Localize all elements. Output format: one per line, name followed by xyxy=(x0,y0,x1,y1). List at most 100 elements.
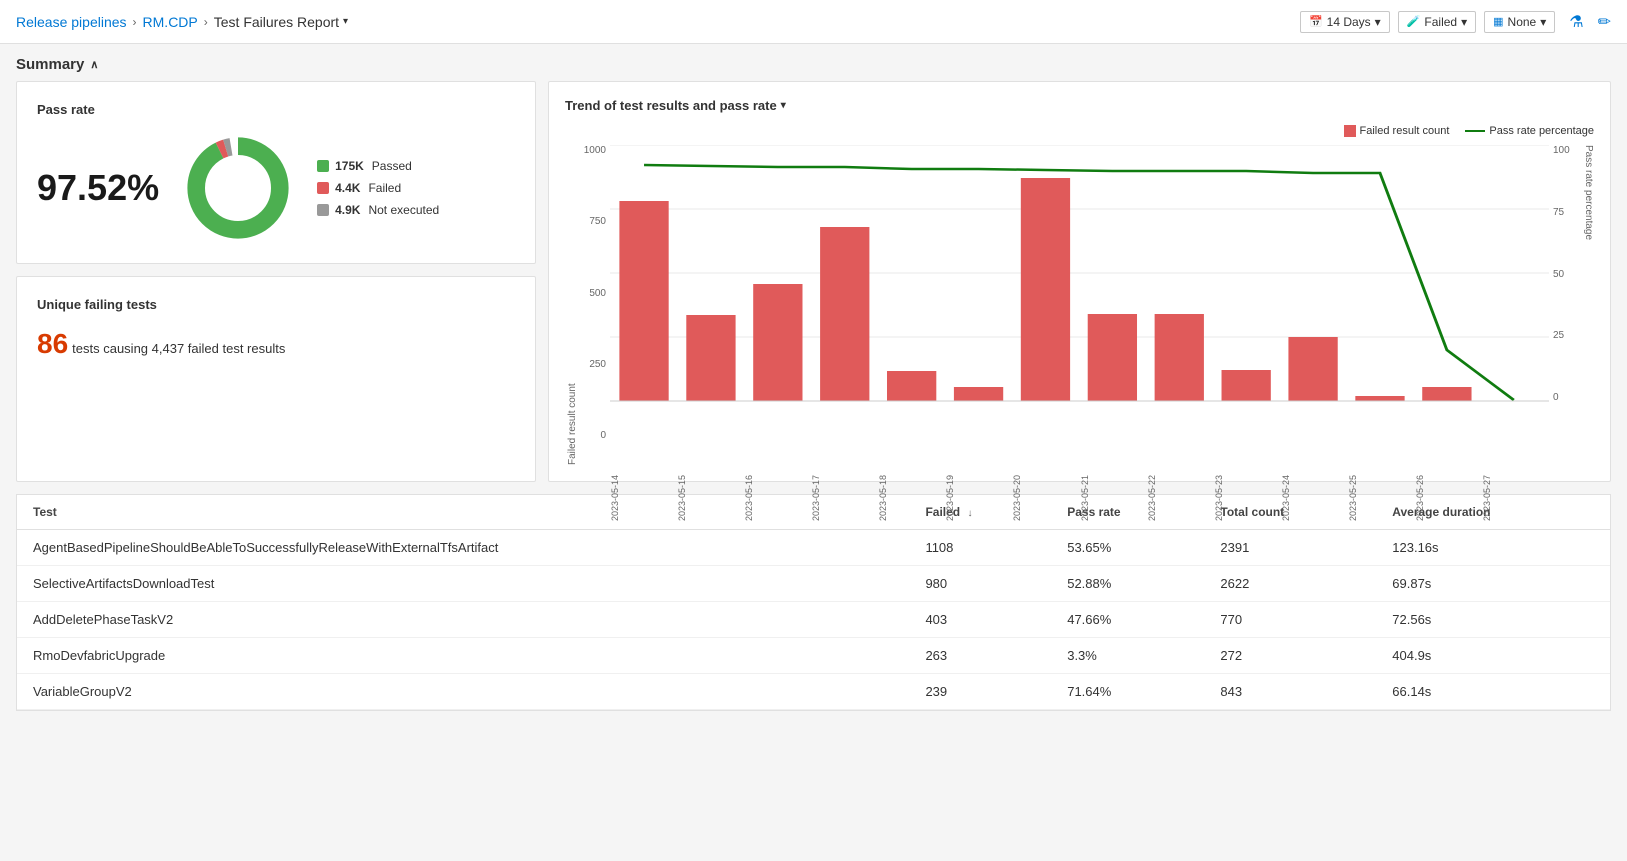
table-row: RmoDevfabricUpgrade 263 3.3% 272 404.9s xyxy=(17,638,1610,674)
table-row: AddDeletePhaseTaskV2 403 47.66% 770 72.5… xyxy=(17,602,1610,638)
table-row: VariableGroupV2 239 71.64% 843 66.14s xyxy=(17,674,1610,710)
bar-2023-05-17 xyxy=(820,227,869,401)
cell-pass-rate: 71.64% xyxy=(1051,674,1204,710)
legend-not-executed: 4.9K Not executed xyxy=(317,203,439,217)
y-axis-right-label: Pass rate percentage xyxy=(1581,145,1594,465)
cell-failed: 1108 xyxy=(909,530,1051,566)
cell-test: AddDeletePhaseTaskV2 xyxy=(17,602,909,638)
bar-2023-05-21 xyxy=(1088,314,1137,401)
breadcrumb-rm-cdp[interactable]: RM.CDP xyxy=(143,14,198,30)
y-axis-left-label: Failed result count xyxy=(565,145,578,465)
bar-2023-05-22 xyxy=(1155,314,1204,401)
summary-collapse-icon: ∧ xyxy=(90,58,98,71)
cell-avg-duration: 123.16s xyxy=(1376,530,1610,566)
y-axis-right-values: 100 75 50 25 0 xyxy=(1549,145,1581,465)
cell-avg-duration: 404.9s xyxy=(1376,638,1610,674)
cell-failed: 263 xyxy=(909,638,1051,674)
cell-avg-duration: 69.87s xyxy=(1376,566,1610,602)
table-body: AgentBasedPipelineShouldBeAbleToSuccessf… xyxy=(17,530,1610,710)
trend-title: Trend of test results and pass rate ▾ xyxy=(565,98,1594,113)
bar-2023-05-20 xyxy=(1021,178,1070,401)
bar-2023-05-16 xyxy=(753,284,802,401)
days-dropdown-icon: ▾ xyxy=(1375,15,1381,29)
breadcrumb-current: Test Failures Report ▾ xyxy=(214,14,348,30)
cell-total-count: 2391 xyxy=(1204,530,1376,566)
legend-pass-rate-pct: Pass rate percentage xyxy=(1465,125,1594,137)
bar-2023-05-25 xyxy=(1355,396,1404,401)
cell-total-count: 272 xyxy=(1204,638,1376,674)
calendar-icon: 📅 xyxy=(1309,15,1323,28)
unique-failing-count: 86 xyxy=(37,328,68,359)
summary-title: Summary xyxy=(16,56,84,73)
cell-pass-rate: 52.88% xyxy=(1051,566,1204,602)
not-executed-dot xyxy=(317,204,329,216)
bar-2023-05-23 xyxy=(1222,370,1271,401)
main-content: Summary ∧ Pass rate 97.52% xyxy=(0,44,1627,727)
unique-failing-card: Unique failing tests 86tests causing 4,4… xyxy=(16,276,536,482)
cell-failed: 239 xyxy=(909,674,1051,710)
cell-test: SelectiveArtifactsDownloadTest xyxy=(17,566,909,602)
edit-icon[interactable]: ✏ xyxy=(1598,12,1611,32)
summary-grid: Pass rate 97.52% xyxy=(16,81,1611,482)
cell-avg-duration: 72.56s xyxy=(1376,602,1610,638)
breadcrumb-sep1: › xyxy=(133,15,137,29)
passed-dot xyxy=(317,160,329,172)
pass-rate-content: 97.52% xyxy=(37,133,515,243)
chart-wrapper: Failed result count 1000 750 500 250 0 xyxy=(565,145,1594,465)
breadcrumb-sep2: › xyxy=(204,15,208,29)
cell-total-count: 2622 xyxy=(1204,566,1376,602)
pass-rate-percentage: 97.52% xyxy=(37,167,159,209)
filter-button[interactable]: ⚗ xyxy=(1563,10,1589,34)
bar-2023-05-19 xyxy=(954,387,1003,401)
top-right-controls: 📅 14 Days ▾ 🧪 Failed ▾ ▦ None ▾ ⚗ ✏ xyxy=(1300,10,1611,34)
cell-test: VariableGroupV2 xyxy=(17,674,909,710)
trend-chart-legend: Failed result count Pass rate percentage xyxy=(565,125,1594,137)
trend-card: Trend of test results and pass rate ▾ Fa… xyxy=(548,81,1611,482)
legend-failed: 4.4K Failed xyxy=(317,181,439,195)
bar-2023-05-14 xyxy=(619,201,668,401)
summary-header[interactable]: Summary ∧ xyxy=(16,44,1611,81)
breadcrumb: Release pipelines › RM.CDP › Test Failur… xyxy=(16,14,348,30)
trend-dropdown-icon[interactable]: ▾ xyxy=(781,100,786,111)
cell-test: AgentBasedPipelineShouldBeAbleToSuccessf… xyxy=(17,530,909,566)
status-dropdown-icon: ▾ xyxy=(1461,15,1467,29)
status-filter[interactable]: 🧪 Failed ▾ xyxy=(1398,11,1476,33)
pass-rate-card: Pass rate 97.52% xyxy=(16,81,536,264)
beaker-icon: 🧪 xyxy=(1407,15,1421,28)
cell-test: RmoDevfabricUpgrade xyxy=(17,638,909,674)
pass-rate-line xyxy=(1465,130,1485,132)
results-table: Test Failed ↓ Pass rate Total count Aver… xyxy=(17,495,1610,710)
left-column: Pass rate 97.52% xyxy=(16,81,536,482)
cell-avg-duration: 66.14s xyxy=(1376,674,1610,710)
failed-dot xyxy=(317,182,329,194)
bar-2023-05-15 xyxy=(686,315,735,401)
failed-count-box xyxy=(1344,125,1356,137)
cell-pass-rate: 53.65% xyxy=(1051,530,1204,566)
x-axis-labels: 2023-05-14 2023-05-15 2023-05-16 2023-05… xyxy=(610,468,1549,525)
chart-svg xyxy=(610,145,1549,465)
cell-pass-rate: 3.3% xyxy=(1051,638,1204,674)
table-row: SelectiveArtifactsDownloadTest 980 52.88… xyxy=(17,566,1610,602)
cell-failed: 980 xyxy=(909,566,1051,602)
cell-pass-rate: 47.66% xyxy=(1051,602,1204,638)
bar-2023-05-18 xyxy=(887,371,936,401)
pass-rate-donut xyxy=(183,133,293,243)
table-row: AgentBasedPipelineShouldBeAbleToSuccessf… xyxy=(17,530,1610,566)
group-dropdown-icon: ▾ xyxy=(1540,15,1546,29)
pass-rate-title: Pass rate xyxy=(37,102,515,117)
bar-2023-05-24 xyxy=(1288,337,1337,401)
data-table-section: Test Failed ↓ Pass rate Total count Aver… xyxy=(16,494,1611,711)
y-axis-left-values: 1000 750 500 250 0 xyxy=(578,145,610,465)
group-icon: ▦ xyxy=(1493,15,1503,28)
top-bar: Release pipelines › RM.CDP › Test Failur… xyxy=(0,0,1627,44)
days-filter[interactable]: 📅 14 Days ▾ xyxy=(1300,11,1390,33)
group-filter[interactable]: ▦ None ▾ xyxy=(1484,11,1555,33)
unique-failing-title: Unique failing tests xyxy=(37,297,515,312)
breadcrumb-release-pipelines[interactable]: Release pipelines xyxy=(16,14,127,30)
dropdown-arrow-icon[interactable]: ▾ xyxy=(343,16,348,27)
cell-total-count: 770 xyxy=(1204,602,1376,638)
bar-2023-05-26 xyxy=(1422,387,1471,401)
unique-failing-text: 86tests causing 4,437 failed test result… xyxy=(37,328,515,360)
cell-total-count: 843 xyxy=(1204,674,1376,710)
cell-failed: 403 xyxy=(909,602,1051,638)
